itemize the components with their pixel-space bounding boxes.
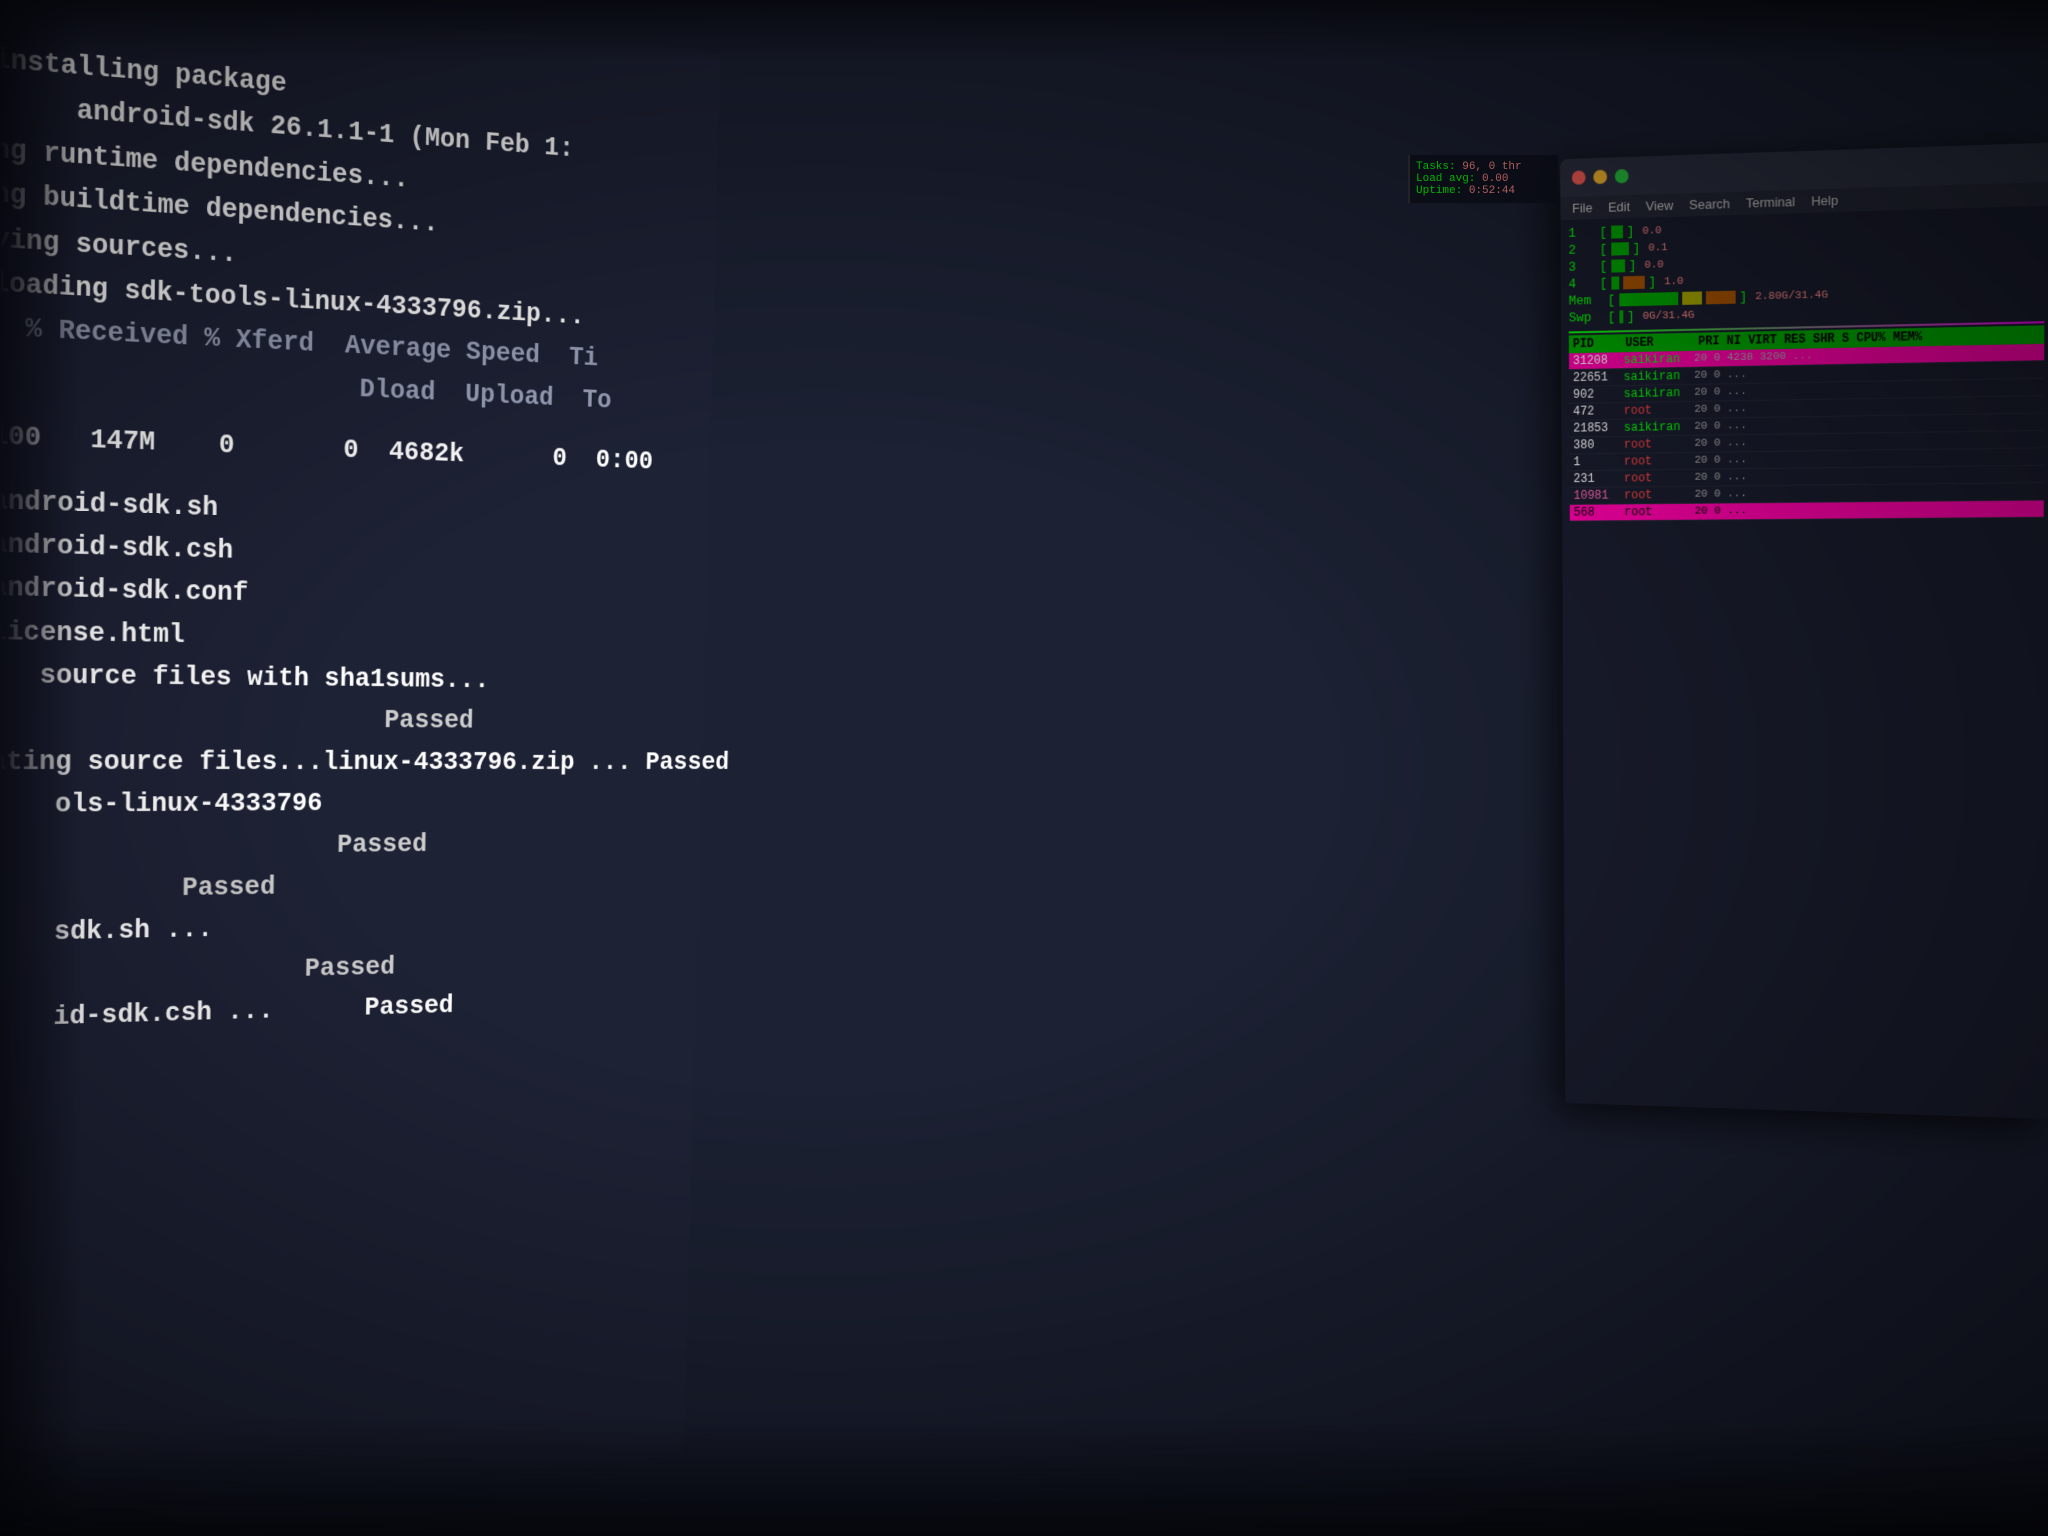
term-line: source files with sha1sums... xyxy=(0,654,679,703)
proc-nums: 20 0 ... xyxy=(1695,450,2040,466)
proc-user-root: root xyxy=(1624,437,1693,452)
minimize-button[interactable] xyxy=(1593,170,1607,184)
cpu-bar-fill-2 xyxy=(1611,242,1629,255)
proc-nums: 20 0 ... xyxy=(1694,433,2039,450)
htop-body: 1 [ ] 0.0 2 [ ] 0.1 3 [ ] 0.0 4 xyxy=(1560,206,2048,528)
menu-help[interactable]: Help xyxy=(1811,193,1838,209)
menu-terminal[interactable]: Terminal xyxy=(1746,194,1795,211)
menu-search[interactable]: Search xyxy=(1689,196,1730,212)
proc-nums: 20 0 ... xyxy=(1695,485,2040,501)
term-line: ols-linux-4333796 xyxy=(0,783,676,827)
menu-edit[interactable]: Edit xyxy=(1608,199,1630,215)
cpu-percent-2: 0.1 xyxy=(1648,242,1668,255)
terminal-right: File Edit View Search Terminal Help 1 [ … xyxy=(1560,143,2048,1120)
stat-uptime: Uptime: 0:52:44 xyxy=(1416,185,1552,197)
col-pid: PID xyxy=(1573,336,1622,351)
term-line: ating source files...linux-4333796.zip .… xyxy=(0,741,677,784)
proc-pid: 231 xyxy=(1573,472,1622,486)
swap-label: Swp xyxy=(1569,310,1604,326)
proc-pid: 568 xyxy=(1574,505,1623,519)
col-user: USER xyxy=(1625,335,1694,350)
proc-user: saikiran xyxy=(1624,386,1693,401)
swap-bar xyxy=(1619,310,1623,323)
term-line: Passed xyxy=(0,698,678,744)
proc-user-root: root xyxy=(1624,403,1693,418)
proc-row: 568 root 20 0 ... xyxy=(1570,500,2044,521)
mem-bar-orange xyxy=(1706,291,1736,305)
proc-pid: 380 xyxy=(1573,438,1622,453)
proc-pid: 31208 xyxy=(1573,353,1622,368)
proc-nums: 20 0 ... xyxy=(1694,398,2040,416)
proc-pid: 1 xyxy=(1573,455,1622,469)
cpu-label-1: 1 xyxy=(1568,225,1595,241)
menu-view[interactable]: View xyxy=(1646,198,1674,214)
proc-user: saikiran xyxy=(1624,369,1693,384)
mem-bar-yellow xyxy=(1682,291,1702,305)
screen-container: installing package android-sdk 26.1.1-1 … xyxy=(0,0,2048,1536)
proc-nums: 20 0 ... xyxy=(1695,503,2040,518)
cpu-percent-4: 1.0 xyxy=(1664,275,1684,288)
proc-user: saikiran xyxy=(1624,420,1693,435)
cpu-bar-fill-4a xyxy=(1611,276,1619,289)
cpu-label-2: 2 xyxy=(1568,242,1595,258)
stat-load: Load avg: 0.00 xyxy=(1416,173,1552,185)
proc-pid: 472 xyxy=(1573,404,1622,419)
cpu-bar-fill-3 xyxy=(1611,259,1625,272)
terminal-left: installing package android-sdk 26.1.1-1 … xyxy=(0,0,720,1519)
menu-file[interactable]: File xyxy=(1572,200,1592,216)
close-button[interactable] xyxy=(1572,170,1586,184)
cpu-percent-3: 0.0 xyxy=(1644,259,1664,272)
cpu-label-3: 3 xyxy=(1568,259,1595,275)
swap-value: 0G/31.4G xyxy=(1643,309,1695,322)
cpu-bar-fill-1 xyxy=(1611,225,1623,238)
proc-user-root: root xyxy=(1624,505,1693,520)
proc-user-root: root xyxy=(1624,488,1693,503)
stat-tasks: Tasks: 96, 0 thr xyxy=(1416,161,1552,173)
proc-user-root: root xyxy=(1624,454,1693,469)
proc-user-root: root xyxy=(1624,471,1693,486)
maximize-button[interactable] xyxy=(1615,169,1629,183)
proc-nums: 20 0 ... xyxy=(1694,416,2039,433)
cpu-label-4: 4 xyxy=(1569,276,1596,292)
cpu-percent-1: 0.0 xyxy=(1642,225,1662,238)
mem-label: Mem xyxy=(1569,293,1604,309)
proc-nums: 20 0 ... xyxy=(1695,468,2040,484)
proc-pid: 22651 xyxy=(1573,370,1622,385)
proc-pid: 902 xyxy=(1573,387,1622,402)
stats-overlay: Tasks: 96, 0 thr Load avg: 0.00 Uptime: … xyxy=(1408,155,1558,203)
cpu-bar-fill-4b xyxy=(1623,276,1645,290)
mem-bar-green xyxy=(1619,292,1678,306)
proc-pid: 10981 xyxy=(1574,489,1623,503)
mem-value: 2.80G/31.4G xyxy=(1755,289,1828,303)
proc-pid: 21853 xyxy=(1573,421,1622,436)
proc-user: saikiran xyxy=(1623,352,1692,367)
